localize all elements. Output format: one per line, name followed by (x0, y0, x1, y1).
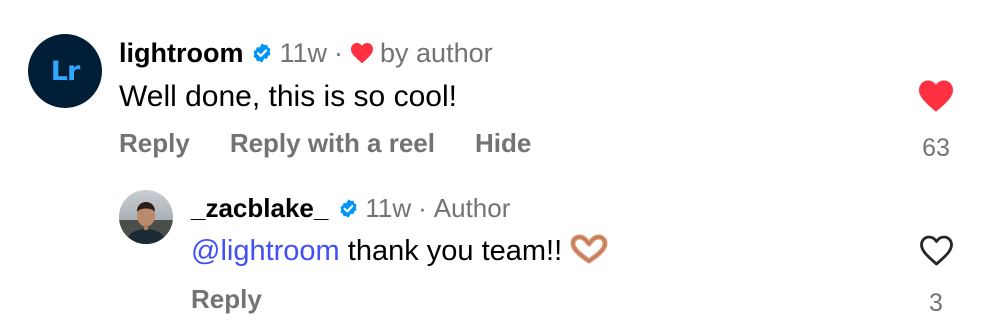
reply-button[interactable]: Reply (119, 128, 190, 159)
reply-actions: Reply (191, 284, 262, 315)
reply-message: thank you team!! (339, 235, 563, 267)
verified-badge-icon (251, 42, 273, 64)
comment-like-count: 63 (922, 134, 950, 162)
meta-separator: · (334, 37, 344, 68)
reply-with-reel-button[interactable]: Reply with a reel (230, 128, 435, 159)
comment-username[interactable]: lightroom (119, 38, 243, 69)
meta-separator: · (418, 192, 427, 223)
hide-button[interactable]: Hide (475, 128, 531, 159)
reply-header: _zacblake_ 11w · Author (191, 192, 510, 224)
author-badge: Author (433, 192, 511, 223)
comment-header: lightroom 11w · by author (119, 36, 493, 70)
comment-text: Well done, this is so cool! (119, 80, 457, 113)
lightroom-avatar[interactable]: Lr (28, 34, 102, 108)
mention-link[interactable]: @lightroom (191, 235, 340, 267)
verified-badge-icon (338, 198, 359, 219)
reply-button[interactable]: Reply (191, 284, 262, 315)
reply-username[interactable]: _zacblake_ (191, 193, 328, 224)
comment-time: 11w (279, 37, 328, 68)
like-heart-filled-icon[interactable] (917, 79, 955, 113)
reply-text: @lightroom thank you team!! (191, 234, 608, 268)
like-heart-outline-icon[interactable] (918, 234, 955, 267)
liked-by-author-heart-icon (350, 42, 374, 64)
zacblake-avatar[interactable] (119, 190, 173, 244)
liked-by-author-label: by author (380, 37, 493, 68)
reply-like-count: 3 (929, 289, 943, 317)
comment-actions: Reply Reply with a reel Hide (119, 128, 571, 159)
reply-time: 11w (365, 192, 412, 223)
lightroom-logo-text: Lr (50, 55, 81, 87)
heart-hands-emoji-icon (570, 234, 608, 264)
